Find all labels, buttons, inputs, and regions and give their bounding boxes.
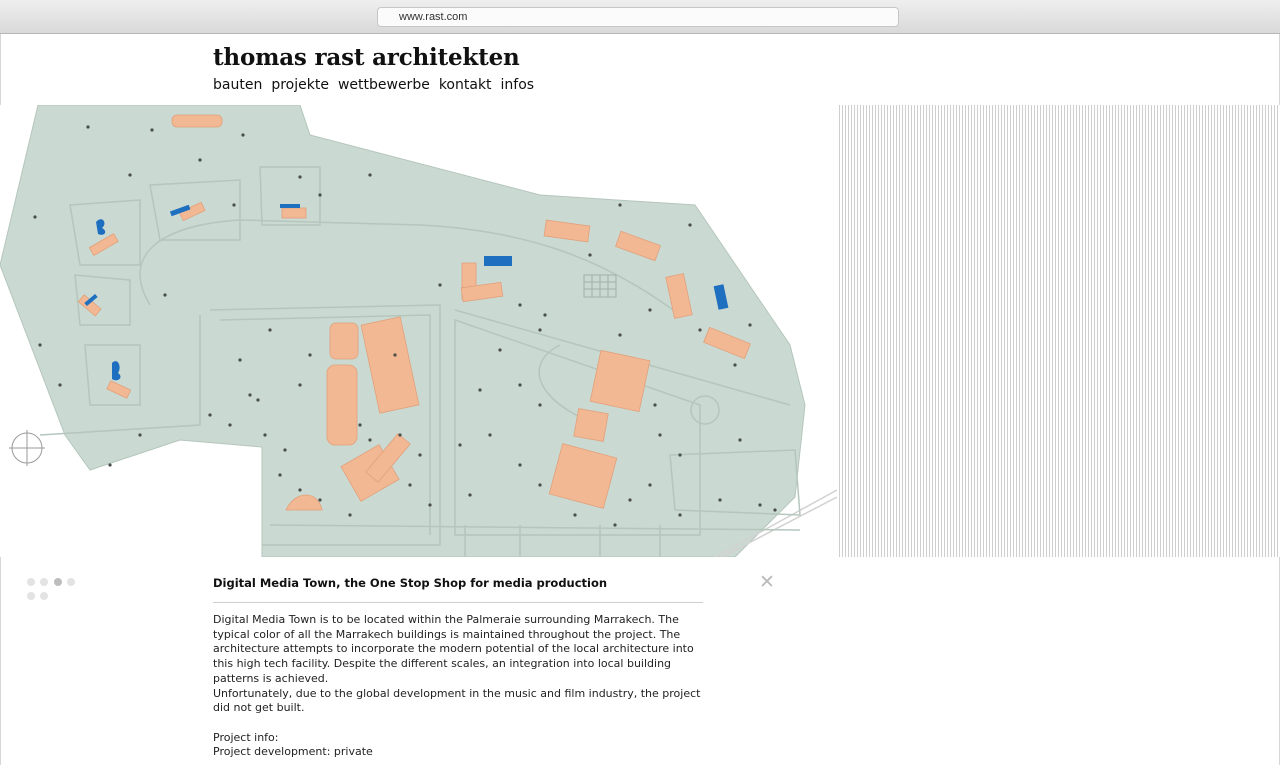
slideshow-dots [27, 578, 87, 608]
slide-dot-2[interactable] [40, 578, 48, 586]
slide-dot-4[interactable] [67, 578, 75, 586]
description-paragraph-2: Unfortunately, due to the global develop… [213, 686, 701, 715]
slide-dot-1[interactable] [27, 578, 35, 586]
address-url: www.rast.com [399, 11, 468, 23]
site-title[interactable]: thomas rast architekten [213, 44, 520, 71]
site-plan-drawing [0, 105, 837, 557]
project-info-line: Project development: private [213, 745, 373, 759]
description-paragraph-1: Digital Media Town is to be located with… [213, 613, 694, 685]
nav-item-wettbewerbe[interactable]: wettbewerbe [338, 77, 430, 93]
project-info-heading: Project info: [213, 730, 279, 744]
nav-item-infos[interactable]: infos [501, 77, 535, 93]
image-placeholder-stripes [837, 105, 1280, 557]
main-nav: bauten projekte wettbewerbe kontakt info… [213, 77, 534, 93]
divider [213, 602, 703, 603]
slide-dot-5[interactable] [27, 592, 35, 600]
slide-dot-6[interactable] [40, 592, 48, 600]
site-plan-image [0, 105, 837, 557]
project-description: Digital Media Town is to be located with… [213, 613, 703, 760]
nav-item-kontakt[interactable]: kontakt [439, 77, 492, 93]
slide-dot-3[interactable] [54, 578, 62, 586]
project-title: Digital Media Town, the One Stop Shop fo… [213, 576, 608, 590]
nav-item-bauten[interactable]: bauten [213, 77, 262, 93]
north-arrow-icon [9, 430, 45, 466]
browser-toolbar: www.rast.com [0, 0, 1280, 34]
nav-item-projekte[interactable]: projekte [271, 77, 329, 93]
close-icon[interactable]: ✕ [758, 572, 776, 592]
address-bar[interactable]: www.rast.com [377, 7, 899, 27]
